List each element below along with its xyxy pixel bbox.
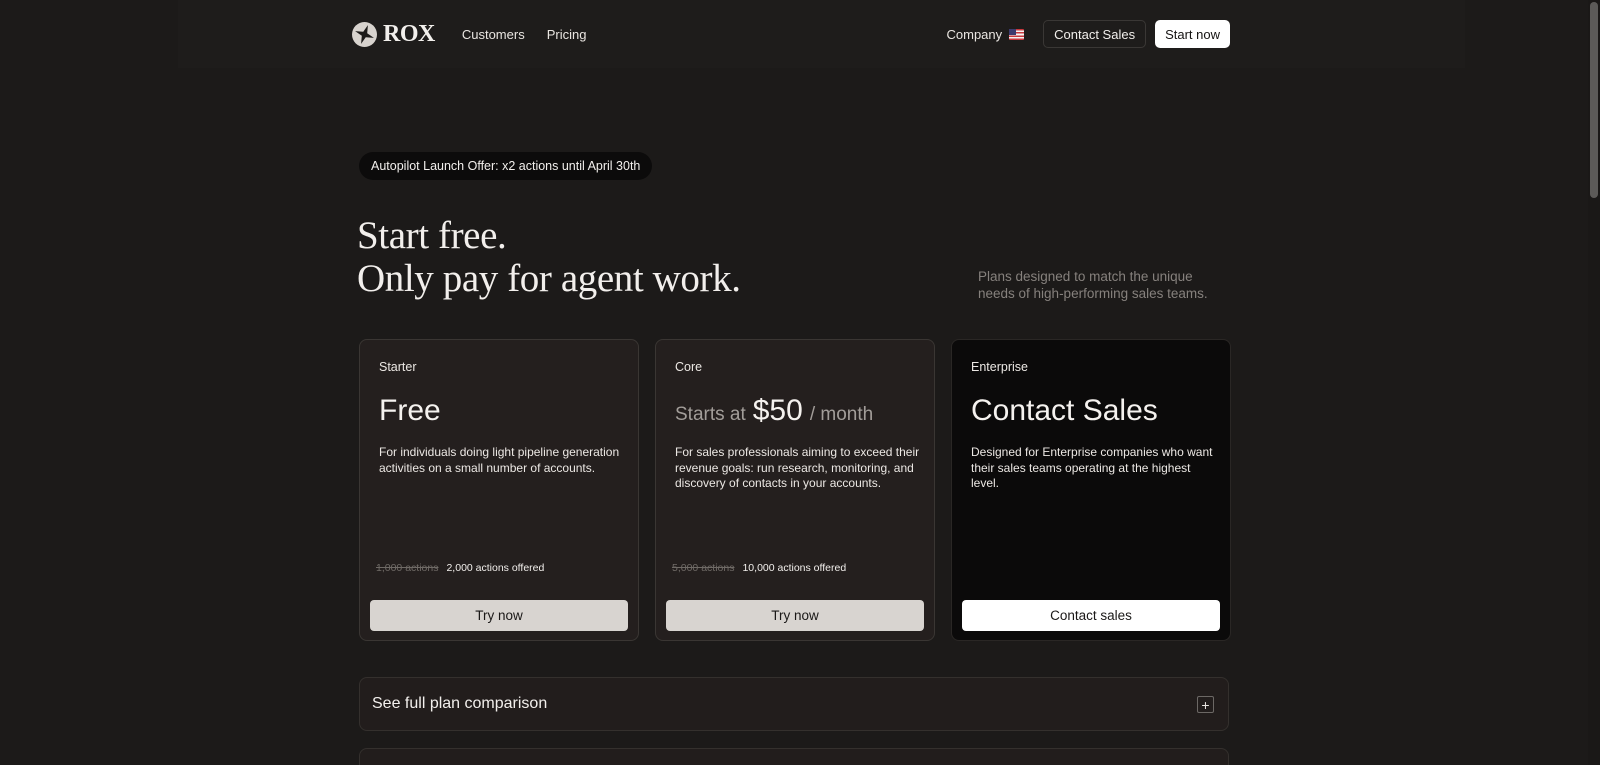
plan-price: Contact Sales bbox=[971, 394, 1158, 428]
pricing-page: ROX Customers Pricing Company Contact Sa… bbox=[0, 0, 1600, 765]
four-point-star-icon bbox=[352, 21, 377, 47]
nav-pricing[interactable]: Pricing bbox=[547, 27, 587, 42]
plan-comparison-toggle[interactable]: See full plan comparison + bbox=[359, 677, 1229, 731]
contact-sales-button[interactable]: Contact Sales bbox=[1043, 20, 1147, 48]
site-header: ROX Customers Pricing Company Contact Sa… bbox=[178, 0, 1465, 68]
plan-price: Free bbox=[379, 394, 441, 428]
logo-text: ROX bbox=[383, 20, 435, 47]
page-subtitle: Plans designed to match the unique needs… bbox=[978, 269, 1208, 301]
us-flag-icon bbox=[1009, 28, 1025, 40]
header-inner: ROX Customers Pricing Company Contact Sa… bbox=[352, 0, 1230, 68]
plan-description: For individuals doing light pipeline gen… bbox=[379, 445, 620, 475]
contact-sales-card-button[interactable]: Contact sales bbox=[962, 600, 1220, 631]
company-label: Company bbox=[946, 26, 1003, 42]
try-now-button[interactable]: Try now bbox=[370, 600, 628, 631]
price-value: $50 bbox=[752, 394, 803, 427]
comparison-label: See full plan comparison bbox=[372, 695, 548, 712]
page-title: Start free. Only pay for agent work. bbox=[357, 214, 741, 300]
plan-card-enterprise: Enterprise Contact Sales Designed for En… bbox=[951, 339, 1231, 641]
price-value: Free bbox=[379, 394, 441, 427]
actions-original: 5,000 actions bbox=[672, 562, 735, 574]
plan-actions: 5,000 actions 10,000 actions offered bbox=[672, 562, 846, 574]
nav-customers[interactable]: Customers bbox=[462, 27, 525, 42]
title-line-1: Start free. bbox=[357, 214, 507, 257]
start-now-button[interactable]: Start now bbox=[1155, 20, 1230, 48]
actions-original: 1,000 actions bbox=[376, 562, 439, 574]
scrollbar-thumb[interactable] bbox=[1590, 2, 1598, 198]
price-value: Contact Sales bbox=[971, 394, 1158, 427]
plan-card-core: Core Starts at $50 / month For sales pro… bbox=[655, 339, 935, 641]
actions-offered: 10,000 actions offered bbox=[742, 562, 847, 574]
page-scrollbar[interactable] bbox=[1588, 0, 1600, 765]
plan-description: Designed for Enterprise companies who wa… bbox=[971, 445, 1213, 490]
plus-icon[interactable]: + bbox=[1197, 696, 1214, 713]
price-prefix: Starts at bbox=[675, 404, 746, 425]
next-accordion[interactable] bbox=[359, 748, 1229, 765]
actions-offered: 2,000 actions offered bbox=[446, 562, 545, 574]
plan-actions: 1,000 actions 2,000 actions offered bbox=[376, 562, 544, 574]
plan-card-starter: Starter Free For individuals doing light… bbox=[359, 339, 639, 641]
logo[interactable]: ROX bbox=[352, 21, 435, 48]
title-line-2: Only pay for agent work. bbox=[357, 257, 741, 300]
plan-description: For sales professionals aiming to exceed… bbox=[675, 445, 920, 490]
company-menu[interactable]: Company bbox=[947, 27, 1025, 42]
price-period: / month bbox=[809, 404, 874, 425]
header-actions: Company Contact Sales Start now bbox=[947, 20, 1230, 48]
plan-tier: Enterprise bbox=[971, 360, 1028, 374]
plan-tier: Core bbox=[675, 360, 703, 374]
launch-offer-badge: Autopilot Launch Offer: x2 actions until… bbox=[359, 152, 653, 180]
try-now-button[interactable]: Try now bbox=[666, 600, 924, 631]
plan-tier: Starter bbox=[379, 360, 417, 374]
plan-price: Starts at $50 / month bbox=[675, 394, 873, 428]
